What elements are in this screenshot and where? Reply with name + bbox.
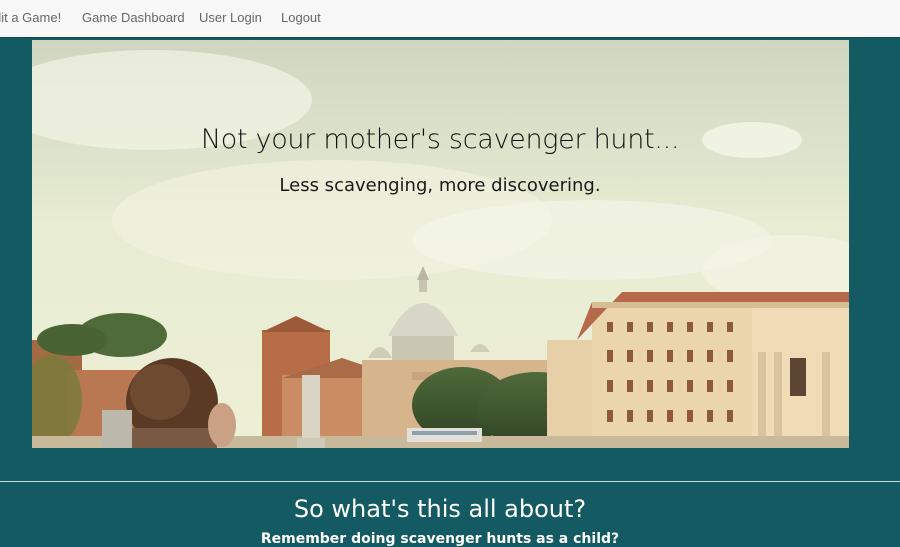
nav-edit-game-link[interactable]: dit a Game! xyxy=(0,10,61,25)
hero-banner: Not your mother's scavenger hunt... Less… xyxy=(32,40,849,448)
nav-game-dashboard-link[interactable]: Game Dashboard xyxy=(82,10,185,25)
hero-subheading: Less scavenging, more discovering. xyxy=(279,175,601,196)
nav-user-login-link[interactable]: User Login xyxy=(199,10,262,25)
hero-heading: Not your mother's scavenger hunt... xyxy=(200,124,680,155)
about-section-text: Remember doing scavenger hunts as a chil… xyxy=(260,531,620,547)
about-section-title: So what's this all about? xyxy=(293,495,587,523)
top-navbar: dit a Game! Game Dashboard User Login Lo… xyxy=(0,0,900,38)
nav-logout-link[interactable]: Logout xyxy=(281,10,321,25)
hero-cityscape-image xyxy=(32,40,849,448)
section-divider xyxy=(0,481,900,482)
